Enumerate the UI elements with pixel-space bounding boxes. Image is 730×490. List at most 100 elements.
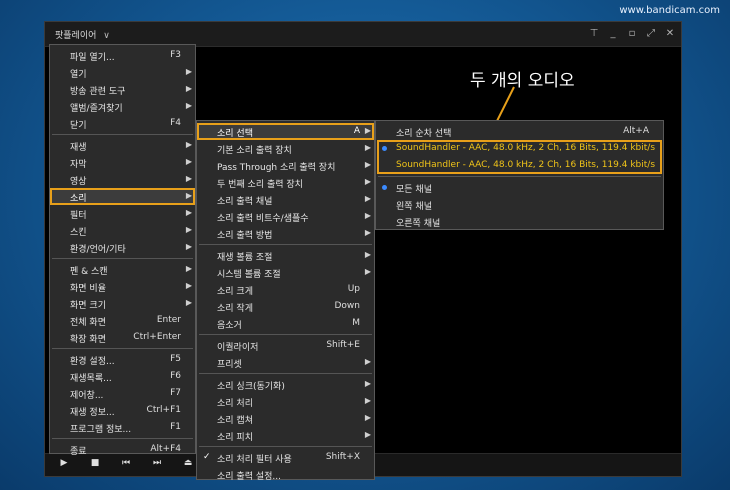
menu-item-label: 소리 크게 <box>217 287 253 297</box>
submenu-arrow-icon: ▶ <box>185 225 192 234</box>
sound-select-item[interactable]: 오른쪽 채널 <box>376 213 663 230</box>
sound-menu-item[interactable]: 기본 소리 출력 장치 ▶ <box>197 140 374 157</box>
menu-item-shortcut: A <box>353 126 360 136</box>
sound-menu-item[interactable]: Pass Through 소리 출력 장치 ▶ <box>197 157 374 174</box>
submenu-arrow-icon: ▶ <box>364 211 371 220</box>
sound-menu-item[interactable]: 음소거 M <box>197 315 374 332</box>
menu-item-label: 소리 출력 채널 <box>217 197 273 207</box>
menu-item-label: 종료 <box>70 447 87 457</box>
menu-item-label: 재생 정보... <box>70 408 115 418</box>
submenu-arrow-icon: ▶ <box>185 242 192 251</box>
menu-item-label: 환경/언어/기타 <box>70 245 126 255</box>
app-title: 팟플레이어 <box>55 31 97 41</box>
main-menu-item[interactable]: 펜 & 스캔 ▶ <box>50 261 195 278</box>
menu-item-label: 파일 열기... <box>70 53 115 63</box>
sound-menu-item[interactable]: 소리 작게 Down <box>197 298 374 315</box>
main-menu-item[interactable]: 재생 ▶ <box>50 137 195 154</box>
close-icon[interactable]: ✕ <box>665 28 675 39</box>
menu-item-label: 소리 캡쳐 <box>217 416 253 426</box>
sound-menu-item[interactable]: 소리 크게 Up <box>197 281 374 298</box>
sound-menu-item[interactable]: 소리 피치 ▶ <box>197 427 374 444</box>
submenu-arrow-icon: ▶ <box>364 143 371 152</box>
sound-menu-item[interactable]: 소리 출력 방법 ▶ <box>197 225 374 242</box>
main-menu-item[interactable]: 자막 ▶ <box>50 154 195 171</box>
main-menu-item[interactable]: 종료 Alt+F4 <box>50 441 195 458</box>
sound-menu-item[interactable]: 소리 처리 ▶ <box>197 393 374 410</box>
play-icon[interactable]: ▶ <box>57 458 71 471</box>
app-menu-button[interactable]: 팟플레이어 ∨ <box>55 28 110 41</box>
sound-menu-item[interactable]: 소리 출력 설정... <box>197 466 374 483</box>
menu-separator <box>199 244 372 245</box>
menu-item-label: 제어창... <box>70 391 104 401</box>
menu-item-shortcut: Down <box>334 301 360 311</box>
submenu-arrow-icon: ▶ <box>364 228 371 237</box>
menu-separator <box>52 348 193 349</box>
sound-menu-item[interactable]: 두 번째 소리 출력 장치 ▶ <box>197 174 374 191</box>
restore-icon[interactable]: ▫ <box>627 28 637 39</box>
submenu-arrow-icon: ▶ <box>185 281 192 290</box>
submenu-arrow-icon: ▶ <box>185 84 192 93</box>
menu-item-label: 화면 비율 <box>70 284 106 294</box>
sound-menu-item[interactable]: 소리 선택 A ▶ <box>197 123 374 140</box>
audio-streams-highlight <box>377 140 662 174</box>
submenu-arrow-icon: ▶ <box>185 174 192 183</box>
submenu-arrow-icon: ▶ <box>364 160 371 169</box>
menu-item-label: 소리 싱크(동기화) <box>217 382 285 392</box>
main-menu-item[interactable]: 재생목록... F6 <box>50 368 195 385</box>
sound-menu-item[interactable]: 소리 출력 채널 ▶ <box>197 191 374 208</box>
main-menu-item[interactable]: 전체 화면 Enter <box>50 312 195 329</box>
sound-menu-item[interactable]: 시스템 볼륨 조절 ▶ <box>197 264 374 281</box>
main-menu-item[interactable]: 재생 정보... Ctrl+F1 <box>50 402 195 419</box>
menu-item-label: 소리 순차 선택 <box>396 129 452 139</box>
menu-item-label: 소리 피치 <box>217 433 253 443</box>
sound-menu-item[interactable]: 소리 싱크(동기화) ▶ <box>197 376 374 393</box>
chevron-down-icon: ∨ <box>103 31 110 41</box>
main-menu-item[interactable]: 환경 설정... F5 <box>50 351 195 368</box>
menu-item-label: 프리셋 <box>217 360 242 370</box>
main-menu-item[interactable]: 확장 화면 Ctrl+Enter <box>50 329 195 346</box>
main-menu-item[interactable]: 화면 비율 ▶ <box>50 278 195 295</box>
fullscreen-icon[interactable]: ⤢ <box>646 28 656 39</box>
menu-item-label: 소리 출력 설정... <box>217 472 281 482</box>
menu-item-label: 자막 <box>70 160 87 170</box>
menu-separator <box>52 438 193 439</box>
main-menu-item[interactable]: 화면 크기 ▶ <box>50 295 195 312</box>
sound-menu-item[interactable]: 이퀄라이저 Shift+E <box>197 337 374 354</box>
main-menu-item[interactable]: 닫기 F4 <box>50 115 195 132</box>
menu-item-label: 재생목록... <box>70 374 112 384</box>
sound-select-submenu: 소리 순차 선택 Alt+A SoundHandler - AAC, 48.0 kH… <box>375 120 664 230</box>
main-menu-item[interactable]: 프로그램 정보... F1 <box>50 419 195 436</box>
main-menu-item[interactable]: 필터 ▶ <box>50 205 195 222</box>
menu-item-shortcut: Enter <box>156 315 181 325</box>
sound-menu-item[interactable]: 소리 캡쳐 ▶ <box>197 410 374 427</box>
main-menu-item[interactable]: 열기 ▶ <box>50 64 195 81</box>
previous-icon[interactable]: ⏮ <box>119 458 133 471</box>
main-menu-item[interactable]: 제어창... F7 <box>50 385 195 402</box>
menu-item-label: 모든 채널 <box>396 185 432 195</box>
minimize-icon[interactable]: _ <box>608 28 618 39</box>
pin-icon[interactable]: ⊤ <box>589 28 599 39</box>
main-menu-item[interactable]: 영상 ▶ <box>50 171 195 188</box>
sound-menu-item[interactable]: 프리셋 ▶ <box>197 354 374 371</box>
eject-icon[interactable]: ⏏ <box>181 458 195 471</box>
main-menu-item[interactable]: 환경/언어/기타 ▶ <box>50 239 195 256</box>
submenu-arrow-icon: ▶ <box>185 140 192 149</box>
menu-item-label: 소리 출력 방법 <box>217 231 273 241</box>
next-icon[interactable]: ⏭ <box>150 458 164 471</box>
main-menu-item[interactable]: 스킨 ▶ <box>50 222 195 239</box>
sound-select-item[interactable]: 소리 순차 선택 Alt+A <box>376 123 663 140</box>
main-menu-item[interactable]: 앨범/즐겨찾기 ▶ <box>50 98 195 115</box>
main-menu-item[interactable]: 파일 열기... F3 <box>50 47 195 64</box>
submenu-arrow-icon: ▶ <box>364 357 371 366</box>
sound-select-item[interactable]: 모든 채널 <box>376 179 663 196</box>
menu-item-shortcut: F5 <box>170 354 181 364</box>
main-menu-item[interactable]: 소리 ▶ <box>50 188 195 205</box>
menu-item-label: 프로그램 정보... <box>70 425 132 435</box>
sound-menu-item[interactable]: ✓ 소리 처리 필터 사용 Shift+X <box>197 449 374 466</box>
sound-menu-item[interactable]: 재생 볼륨 조절 ▶ <box>197 247 374 264</box>
menu-item-label: 방송 관련 도구 <box>70 87 126 97</box>
sound-menu-item[interactable]: 소리 출력 비트수/샘플수 ▶ <box>197 208 374 225</box>
main-menu-item[interactable]: 방송 관련 도구 ▶ <box>50 81 195 98</box>
stop-icon[interactable]: ■ <box>88 458 102 471</box>
sound-select-item[interactable]: 왼쪽 채널 <box>376 196 663 213</box>
